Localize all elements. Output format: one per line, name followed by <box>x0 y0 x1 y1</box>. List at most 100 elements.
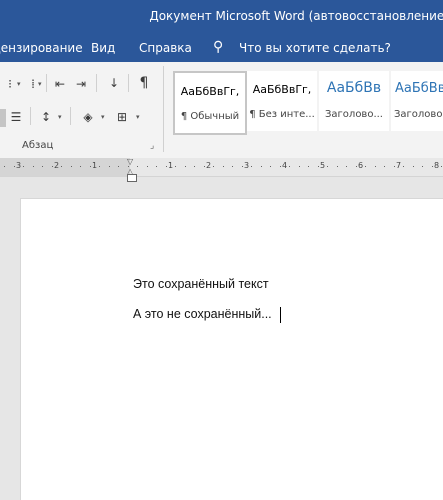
style-sample: АаБбВв <box>326 80 382 96</box>
separator <box>128 74 129 92</box>
shading-dropdown-icon[interactable]: ▾ <box>101 114 107 121</box>
ruler-tick <box>89 166 91 167</box>
ruler-number: 1 <box>168 161 174 170</box>
ruler-tick <box>374 166 376 167</box>
title-bar: Документ Microsoft Word (автовосстановле… <box>0 0 443 34</box>
lightbulb-icon[interactable]: ⚲ <box>213 39 223 55</box>
ruler-tick <box>232 166 233 167</box>
document-line[interactable]: А это не сохранённый... <box>133 307 272 321</box>
borders-dropdown-icon[interactable]: ▾ <box>136 114 142 121</box>
tab-review[interactable]: Рецензирование <box>0 41 83 55</box>
ruler-tick <box>298 166 300 167</box>
justify-icon[interactable]: ☰ <box>8 110 24 124</box>
ruler-tick <box>194 166 195 167</box>
ruler-tick <box>51 166 53 167</box>
style-sample: АаБбВв <box>395 81 443 96</box>
ribbon-home: ⁝ ▾ ⁞ ▾ ⇤ ⇥ ↓ ¶ ☰ ↕ ▾ ◈ ▾ ⊞ ▾ Абзац ⌟ Аа… <box>0 62 443 159</box>
decrease-indent-icon[interactable]: ⇤ <box>52 77 68 91</box>
ruler-tick <box>270 166 271 167</box>
ruler-tick <box>137 166 138 167</box>
dialog-launcher-icon[interactable]: ⌟ <box>150 141 154 151</box>
separator <box>30 107 31 125</box>
ruler-tick <box>32 166 34 167</box>
group-separator <box>163 66 164 152</box>
ruler-number: 2 <box>206 161 212 170</box>
left-indent-marker[interactable] <box>127 174 137 182</box>
ruler-number: 3 <box>16 161 22 170</box>
style-normal[interactable]: АаБбВвГг, ¶ Обычный <box>173 71 247 135</box>
ruler-number: 2 <box>54 161 60 170</box>
ruler-tick <box>203 166 205 167</box>
pilcrow-icon[interactable]: ¶ <box>136 76 152 90</box>
window-title: Документ Microsoft Word (автовосстановле… <box>149 9 443 23</box>
ruler-tick <box>80 166 81 167</box>
multilevel-dropdown-icon[interactable]: ▾ <box>38 81 44 88</box>
borders-icon[interactable]: ⊞ <box>114 110 130 124</box>
ruler-tick <box>279 166 281 167</box>
ruler-tick <box>346 166 347 167</box>
first-line-indent-marker[interactable]: ▽ <box>127 157 133 166</box>
ruler-tick <box>61 166 62 167</box>
ruler-tick <box>184 166 186 167</box>
tell-me-input[interactable]: Что вы хотите сделать? <box>239 41 391 55</box>
ruler-tick <box>156 166 157 167</box>
ruler-tick <box>431 166 433 167</box>
ruler-tick <box>13 166 15 167</box>
ruler-tick <box>441 166 442 167</box>
style-heading-2[interactable]: АаБбВв Заголово... <box>391 71 443 131</box>
ruler-number: 6 <box>358 161 364 170</box>
style-name: Заголово... <box>325 109 383 120</box>
line-spacing-dropdown-icon[interactable]: ▾ <box>58 114 64 121</box>
style-no-spacing[interactable]: АаБбВвГг, ¶ Без инте... <box>247 71 317 131</box>
ruler-number: 3 <box>244 161 250 170</box>
ruler-tick <box>127 166 129 167</box>
increase-indent-icon[interactable]: ⇥ <box>73 77 89 91</box>
paragraph-group-label: Абзац <box>22 140 54 151</box>
ribbon-tabs: Рецензирование Вид Справка ⚲ Что вы хоти… <box>0 34 443 62</box>
text-cursor <box>280 307 281 323</box>
ruler-tick <box>317 166 319 167</box>
ruler-tick <box>412 166 414 167</box>
bullets-dropdown-icon[interactable]: ▾ <box>17 81 23 88</box>
ruler-tick <box>108 166 110 167</box>
ruler-tick <box>393 166 395 167</box>
sort-icon[interactable]: ↓ <box>106 76 122 90</box>
style-sample: АаБбВвГг, <box>180 85 240 98</box>
separator <box>96 74 97 92</box>
ruler-tick <box>213 166 214 167</box>
ruler-tick <box>403 166 404 167</box>
ruler-number: 5 <box>320 161 326 170</box>
ruler-tick <box>241 166 243 167</box>
shading-icon[interactable]: ◈ <box>80 110 96 124</box>
tab-view[interactable]: Вид <box>91 41 115 55</box>
ruler-number: 4 <box>282 161 288 170</box>
style-heading-1[interactable]: АаБбВв Заголово... <box>319 71 389 131</box>
ruler-tick <box>260 166 262 167</box>
horizontal-ruler[interactable]: 3 2 1 1 2 3 4 5 6 7 8 ▽ △ <box>0 157 443 177</box>
style-name: ¶ Без инте... <box>249 109 315 120</box>
ruler-tick <box>175 166 176 167</box>
style-name: Заголово... <box>394 109 443 120</box>
ruler-tick <box>336 166 338 167</box>
style-name: ¶ Обычный <box>180 111 240 122</box>
ruler-tick <box>289 166 290 167</box>
ruler-tick <box>384 166 385 167</box>
bullets-icon[interactable]: ⁝ <box>2 77 18 91</box>
ruler-tick <box>308 166 309 167</box>
ruler-tick <box>70 166 72 167</box>
line-spacing-icon[interactable]: ↕ <box>38 110 54 124</box>
align-active-marker <box>0 109 6 127</box>
ruler-tick <box>355 166 357 167</box>
ruler-tick <box>365 166 366 167</box>
tab-help[interactable]: Справка <box>139 41 192 55</box>
ruler-number: 7 <box>396 161 402 170</box>
ruler-tick <box>118 166 119 167</box>
ruler-tick <box>4 166 5 167</box>
ruler-tick <box>23 166 24 167</box>
ruler-tick <box>251 166 252 167</box>
separator <box>46 74 47 92</box>
document-line[interactable]: Это сохранённый текст <box>133 277 269 291</box>
ruler-tick <box>327 166 328 167</box>
document-page[interactable]: Это сохранённый текст А это не сохранённ… <box>20 198 443 500</box>
style-sample: АаБбВвГг, <box>252 83 312 96</box>
